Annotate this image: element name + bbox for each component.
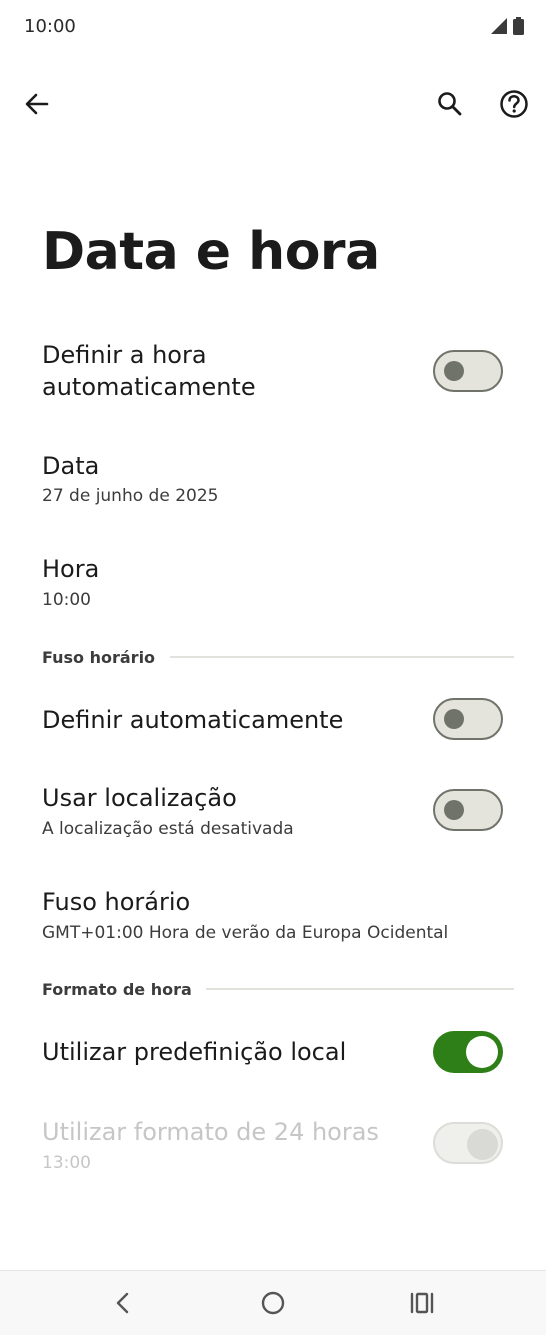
time-format-section-header: Formato de hora bbox=[42, 980, 192, 999]
time-value: 10:00 bbox=[42, 590, 91, 610]
format-24h-sub: 13:00 bbox=[42, 1153, 91, 1173]
nav-back-button[interactable] bbox=[103, 1285, 143, 1321]
status-icons bbox=[490, 17, 524, 35]
nav-home-button[interactable] bbox=[253, 1285, 293, 1321]
auto-timezone-label: Definir automaticamente bbox=[42, 706, 344, 734]
help-button[interactable] bbox=[490, 80, 538, 128]
format-24h-row: Utilizar formato de 24 horas 13:00 bbox=[0, 1106, 546, 1186]
timezone-value: GMT+01:00 Hora de verão da Europa Ociden… bbox=[42, 923, 449, 943]
navigation-bar bbox=[0, 1270, 546, 1335]
help-icon bbox=[500, 90, 528, 118]
date-label: Data bbox=[42, 452, 100, 480]
nav-home-icon bbox=[261, 1291, 285, 1315]
search-button[interactable] bbox=[426, 80, 474, 128]
format-24h-toggle bbox=[433, 1122, 503, 1164]
status-bar: 10:00 bbox=[0, 0, 546, 56]
nav-recents-icon bbox=[410, 1292, 434, 1314]
divider bbox=[170, 656, 514, 658]
time-label: Hora bbox=[42, 555, 100, 583]
nav-back-icon bbox=[116, 1292, 129, 1314]
page-title: Data e hora bbox=[42, 222, 380, 282]
back-arrow-icon bbox=[25, 93, 49, 115]
locale-default-label: Utilizar predefinição local bbox=[42, 1038, 347, 1066]
timezone-row[interactable]: Fuso horário GMT+01:00 Hora de verão da … bbox=[0, 876, 546, 956]
search-icon bbox=[438, 92, 462, 116]
locale-default-toggle[interactable] bbox=[433, 1031, 503, 1073]
timezone-section-header: Fuso horário bbox=[42, 648, 156, 667]
battery-icon bbox=[513, 17, 524, 35]
status-time: 10:00 bbox=[24, 16, 76, 37]
nav-recents-button[interactable] bbox=[402, 1285, 442, 1321]
format-24h-label: Utilizar formato de 24 horas bbox=[42, 1118, 379, 1146]
use-location-label: Usar localização bbox=[42, 784, 237, 812]
locale-default-row[interactable]: Utilizar predefinição local bbox=[0, 1022, 546, 1082]
top-app-bar bbox=[0, 72, 546, 136]
date-row[interactable]: Data 27 de junho de 2025 bbox=[0, 440, 546, 530]
auto-timezone-toggle[interactable] bbox=[433, 698, 503, 740]
auto-time-label: Definir a hora automaticamente bbox=[42, 341, 256, 401]
use-location-row[interactable]: Usar localização A localização está desa… bbox=[0, 772, 546, 852]
auto-time-toggle[interactable] bbox=[433, 350, 503, 392]
use-location-toggle[interactable] bbox=[433, 789, 503, 831]
timezone-label: Fuso horário bbox=[42, 888, 191, 916]
back-button[interactable] bbox=[13, 80, 61, 128]
use-location-sub: A localização está desativada bbox=[42, 819, 294, 839]
date-value: 27 de junho de 2025 bbox=[42, 486, 219, 506]
auto-time-row[interactable]: Definir a hora automaticamente bbox=[0, 330, 546, 426]
auto-timezone-row[interactable]: Definir automaticamente bbox=[0, 690, 546, 750]
time-row[interactable]: Hora 10:00 bbox=[0, 543, 546, 633]
divider bbox=[206, 988, 514, 990]
signal-icon bbox=[491, 18, 507, 34]
